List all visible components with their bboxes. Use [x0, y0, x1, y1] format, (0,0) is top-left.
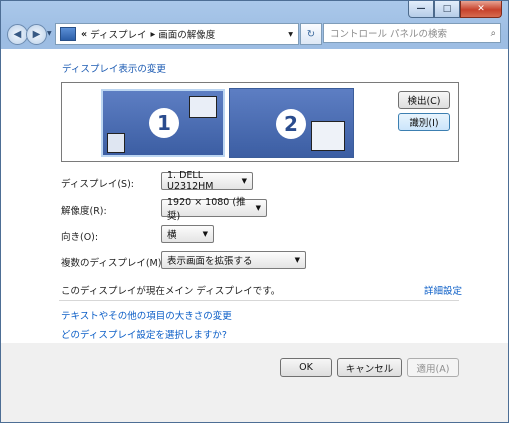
- minimize-button[interactable]: —: [408, 1, 434, 18]
- maximize-button[interactable]: □: [434, 1, 460, 18]
- close-button[interactable]: ✕: [460, 1, 502, 18]
- caption-buttons: — □ ✕: [408, 1, 502, 18]
- history-dropdown-icon[interactable]: ▼: [47, 30, 52, 37]
- address-dropdown-icon[interactable]: ▾: [288, 29, 293, 40]
- search-placeholder: コントロール パネルの検索: [330, 29, 448, 40]
- refresh-button[interactable]: ↻: [300, 23, 322, 45]
- search-icon[interactable]: ⌕: [491, 28, 496, 39]
- navigation-bar: ◀ ▶ ▼ « ディスプレイ ▸ 画面の解像度 ▾ ↻ コントロール パネルの検…: [5, 23, 504, 45]
- monitor-preview: 1 2 検出(C) 識別(I): [61, 82, 459, 162]
- cancel-button[interactable]: キャンセル: [337, 358, 402, 377]
- back-arrow-icon: ◀: [13, 29, 22, 40]
- resolution-label: 解像度(R):: [61, 206, 107, 217]
- monitor-1[interactable]: 1: [101, 89, 225, 157]
- breadcrumb-display[interactable]: ディスプレイ: [90, 27, 146, 41]
- window: — □ ✕ ◀ ▶ ▼ « ディスプレイ ▸ 画面の解像度 ▾ ↻ コントロール…: [0, 0, 509, 423]
- multiple-displays-select[interactable]: 表示画面を拡張する ▼: [161, 251, 306, 269]
- resolution-select[interactable]: 1920 × 1080 (推奨) ▼: [161, 197, 267, 222]
- refresh-icon: ↻: [306, 28, 316, 40]
- forward-button[interactable]: ▶: [26, 24, 47, 45]
- resolution-value: 1920 × 1080 (推奨): [167, 197, 246, 222]
- monitor-2[interactable]: 2: [229, 88, 354, 158]
- chevron-down-icon: ▼: [294, 256, 300, 264]
- content-area: ディスプレイ表示の変更 1 2 検出(C) 識別(I) ディスプレイ(S): 1…: [1, 49, 508, 422]
- address-bar[interactable]: « ディスプレイ ▸ 画面の解像度 ▾: [55, 23, 299, 45]
- page-title: ディスプレイ表示の変更: [62, 64, 166, 75]
- chevron-down-icon: ▼: [202, 230, 208, 238]
- orientation-select[interactable]: 横 ▼: [161, 225, 214, 243]
- advanced-settings-link[interactable]: 詳細設定: [424, 283, 462, 297]
- apply-button[interactable]: 適用(A): [407, 358, 459, 377]
- chevron-down-icon: ▼: [241, 177, 247, 185]
- forward-arrow-icon: ▶: [32, 29, 41, 40]
- main-display-status: このディスプレイが現在メイン ディスプレイです。: [61, 286, 281, 297]
- path-overflow-icon[interactable]: «: [81, 29, 87, 40]
- desktop-thumbnail-icon: [311, 121, 345, 151]
- ok-button[interactable]: OK: [280, 358, 332, 377]
- display-value: 1. DELL U2312HM: [167, 170, 214, 192]
- which-settings-link[interactable]: どのディスプレイ設定を選択しますか?: [61, 327, 227, 341]
- chevron-down-icon: ▼: [255, 204, 261, 212]
- control-panel-icon: [60, 27, 76, 41]
- identify-button[interactable]: 識別(I): [398, 113, 450, 131]
- back-button[interactable]: ◀: [7, 24, 28, 45]
- monitor-1-number: 1: [149, 108, 179, 138]
- multiple-displays-value: 表示画面を拡張する: [167, 256, 253, 267]
- detect-button[interactable]: 検出(C): [398, 91, 450, 109]
- desktop-thumbnail-icon: [189, 96, 217, 118]
- display-label: ディスプレイ(S):: [61, 179, 134, 190]
- breadcrumb-separator-icon[interactable]: ▸: [150, 29, 155, 40]
- orientation-value: 横: [167, 230, 177, 241]
- settings-pane: ディスプレイ表示の変更 1 2 検出(C) 識別(I) ディスプレイ(S): 1…: [1, 49, 508, 343]
- breadcrumb-resolution[interactable]: 画面の解像度: [158, 27, 215, 41]
- display-select[interactable]: 1. DELL U2312HM ▼: [161, 170, 253, 192]
- text-size-link[interactable]: テキストやその他の項目の大きさの変更: [61, 308, 232, 322]
- divider: [59, 300, 459, 301]
- monitor-2-number: 2: [276, 109, 306, 139]
- search-input[interactable]: コントロール パネルの検索 ⌕: [323, 23, 501, 43]
- orientation-label: 向き(O):: [61, 232, 99, 243]
- multiple-displays-label: 複数のディスプレイ(M):: [61, 258, 165, 269]
- desktop-thumbnail-icon: [107, 133, 125, 153]
